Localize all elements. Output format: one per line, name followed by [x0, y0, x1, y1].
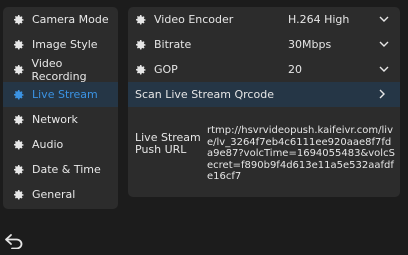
gop-value: 20: [288, 63, 302, 76]
video-encoder-value: H.264 High: [288, 13, 350, 26]
sidebar-item-video-recording[interactable]: Video Recording: [3, 56, 118, 83]
sidebar-item-label: Video Recording: [31, 56, 87, 83]
back-arrow-icon[interactable]: [4, 233, 24, 249]
chevron-right-icon: [379, 89, 385, 99]
sidebar-item-label: Image Style: [32, 38, 98, 51]
gear-icon: [135, 14, 147, 26]
gear-icon: [135, 64, 147, 76]
gop-label: GOP: [154, 63, 178, 76]
chevron-down-icon[interactable]: [379, 14, 389, 24]
sidebar-item-label: General: [32, 188, 76, 201]
sidebar-item-audio[interactable]: Audio: [3, 132, 118, 157]
sidebar-item-label: Date & Time: [32, 163, 101, 176]
sidebar-item-image-style[interactable]: Image Style: [3, 32, 118, 57]
push-url-section: Live Stream Push URL rtmp://hsvrvideopus…: [128, 107, 400, 182]
bitrate-row[interactable]: Bitrate 30Mbps: [128, 32, 400, 57]
bitrate-label: Bitrate: [154, 38, 192, 51]
gear-icon: [12, 138, 26, 152]
gear-icon: [12, 88, 26, 102]
scan-qrcode-row[interactable]: Scan Live Stream Qrcode: [128, 82, 400, 107]
gear-icon: [12, 63, 26, 77]
gear-icon: [12, 188, 26, 202]
sidebar-item-label: Audio: [32, 138, 64, 151]
bitrate-value: 30Mbps: [288, 38, 332, 51]
sidebar-item-label: Network: [32, 113, 78, 126]
gear-icon: [12, 38, 26, 52]
live-stream-settings-panel: Video Encoder H.264 High Bitrate 30Mbps …: [128, 7, 400, 197]
chevron-down-icon[interactable]: [379, 64, 389, 74]
settings-sidebar: Camera Mode Image Style Video Recording …: [3, 7, 118, 209]
sidebar-item-label: Camera Mode: [32, 13, 109, 26]
video-encoder-label: Video Encoder: [154, 13, 234, 26]
chevron-down-icon[interactable]: [379, 39, 389, 49]
sidebar-item-live-stream[interactable]: Live Stream: [3, 82, 118, 107]
sidebar-item-network[interactable]: Network: [3, 107, 118, 132]
sidebar-item-general[interactable]: General: [3, 182, 118, 207]
video-encoder-row[interactable]: Video Encoder H.264 High: [128, 7, 400, 32]
sidebar-item-label: Live Stream: [32, 88, 98, 101]
scan-qrcode-label: Scan Live Stream Qrcode: [135, 88, 274, 101]
sidebar-item-camera-mode[interactable]: Camera Mode: [3, 7, 118, 32]
gear-icon: [12, 163, 26, 177]
gear-icon: [135, 39, 147, 51]
gop-row[interactable]: GOP 20: [128, 57, 400, 82]
sidebar-item-date-time[interactable]: Date & Time: [3, 157, 118, 182]
push-url-label: Live Stream Push URL: [135, 131, 201, 156]
gear-icon: [12, 13, 26, 27]
gear-icon: [12, 113, 26, 127]
push-url-value[interactable]: rtmp://hsvrvideopush.kaifeivr.com/live/l…: [207, 125, 397, 183]
